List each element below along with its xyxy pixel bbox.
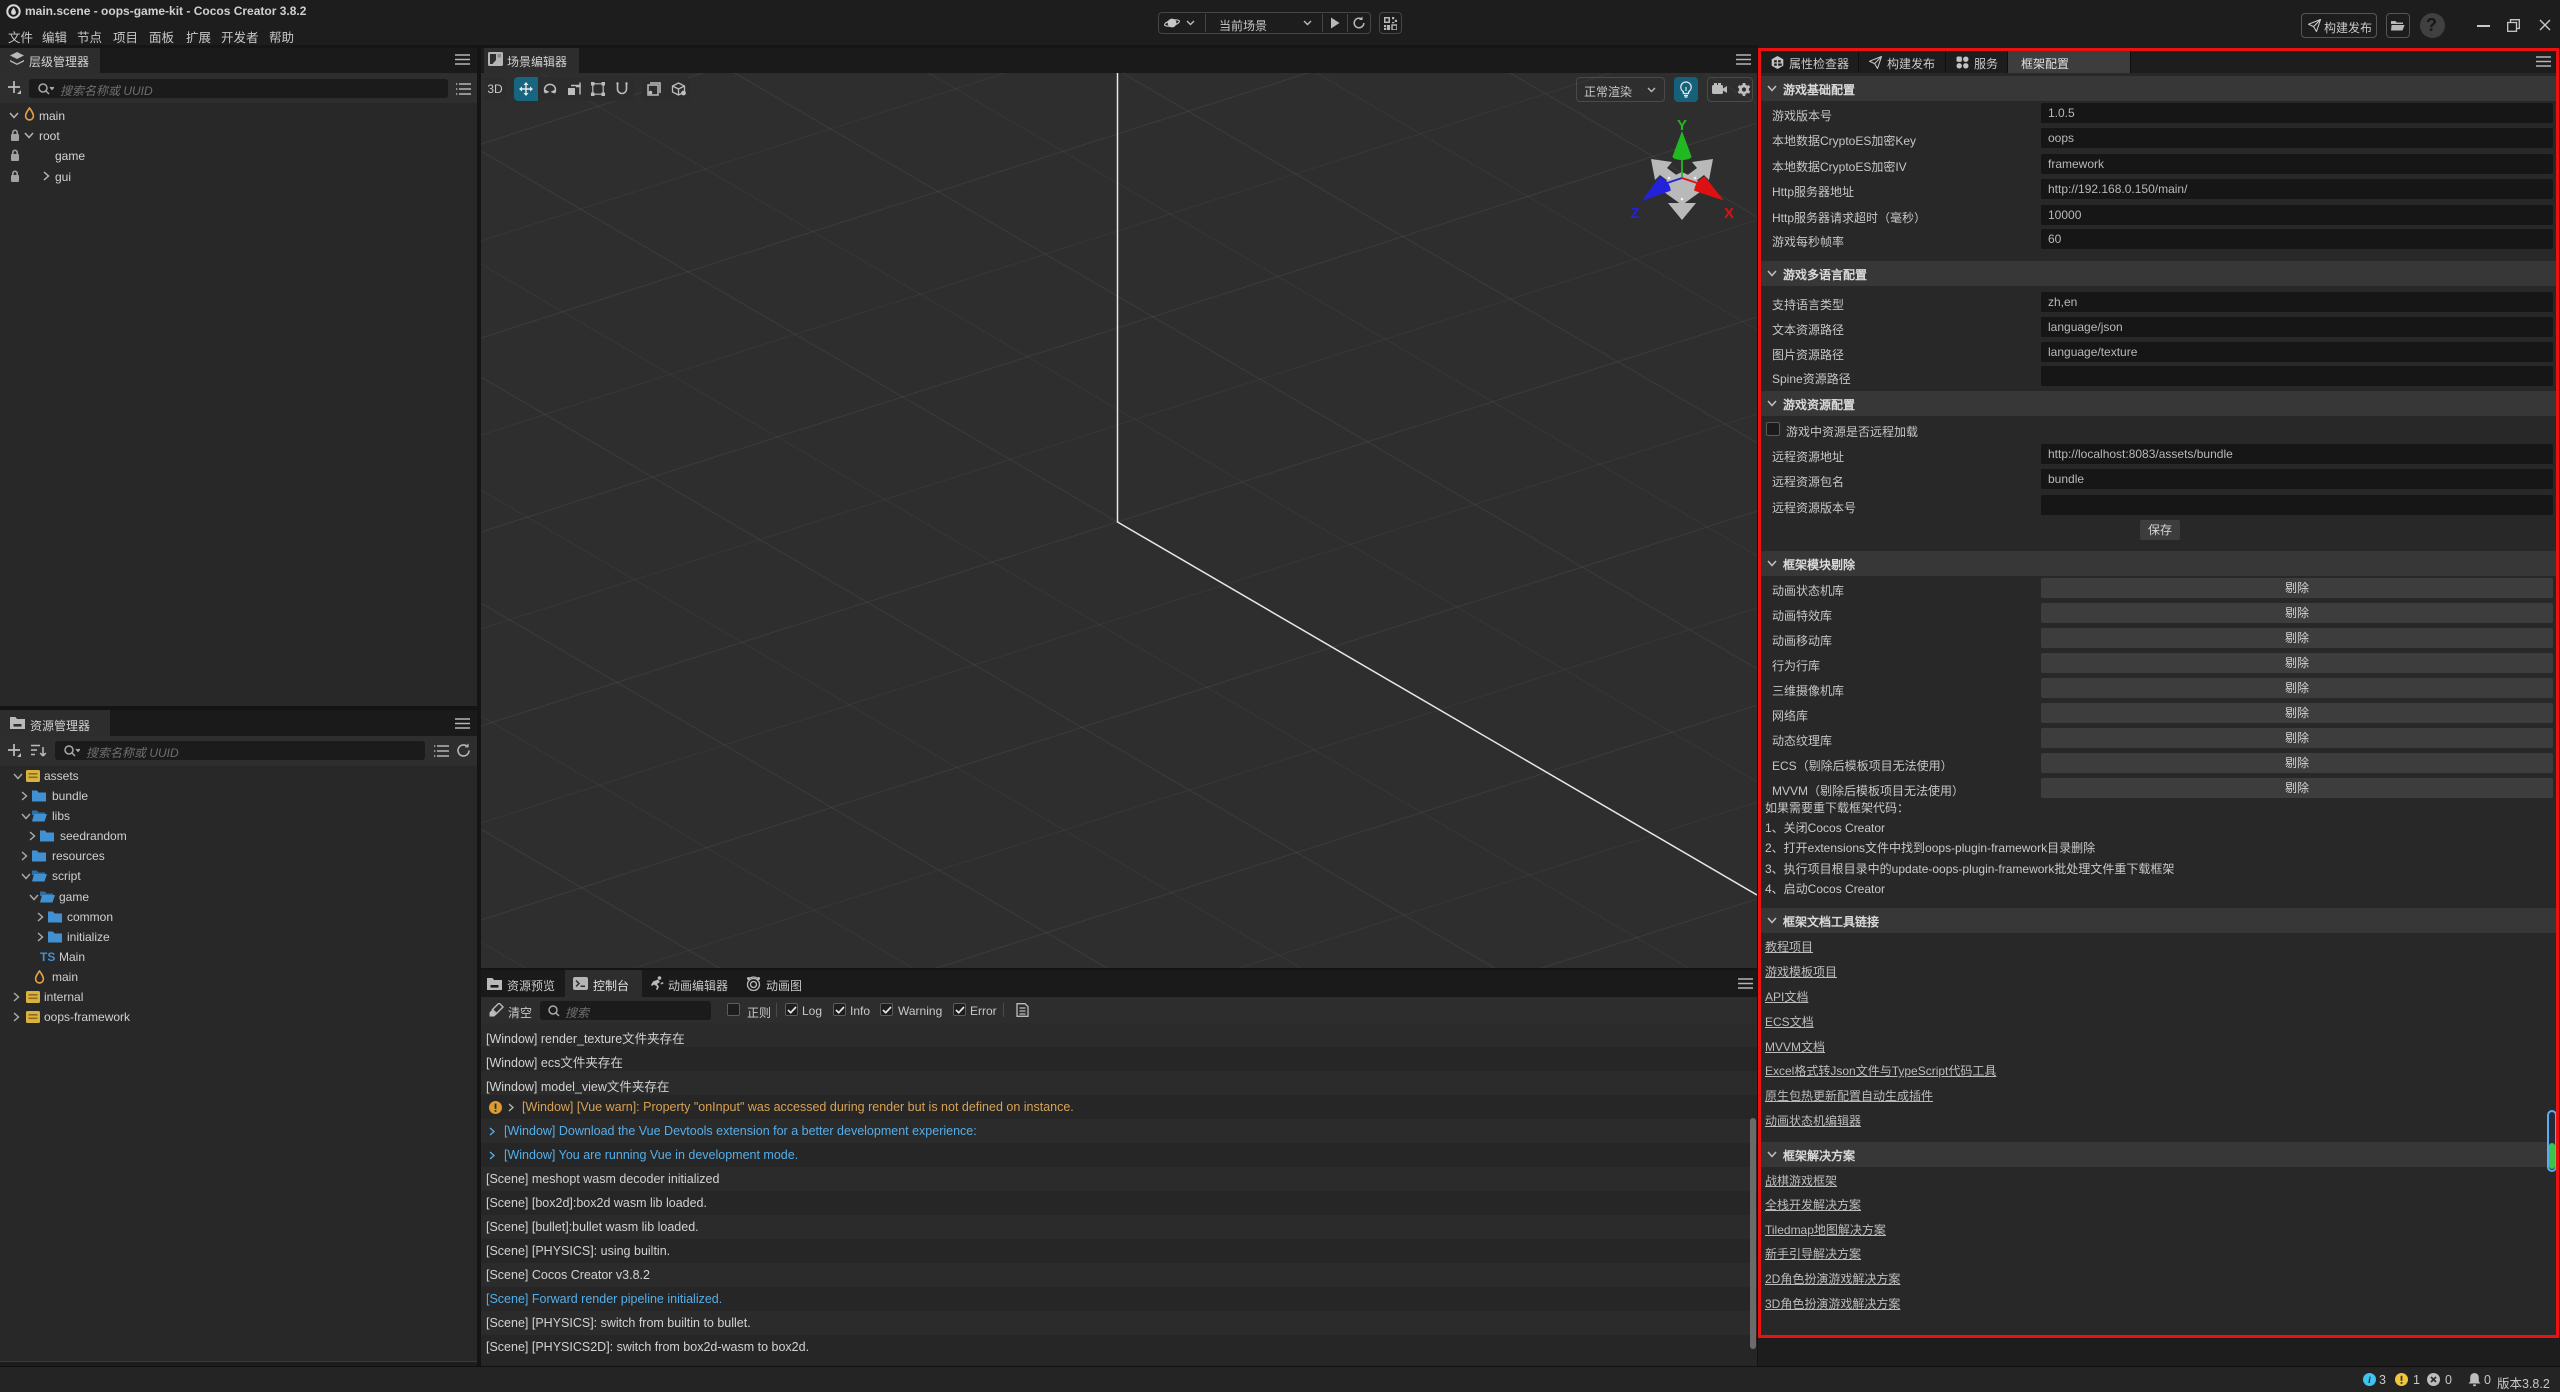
- svg-text:Y: Y: [1677, 118, 1687, 134]
- svg-text:i: i: [2368, 1376, 2371, 1386]
- svg-text:X: X: [1724, 205, 1734, 222]
- svg-text:Z: Z: [1630, 205, 1639, 222]
